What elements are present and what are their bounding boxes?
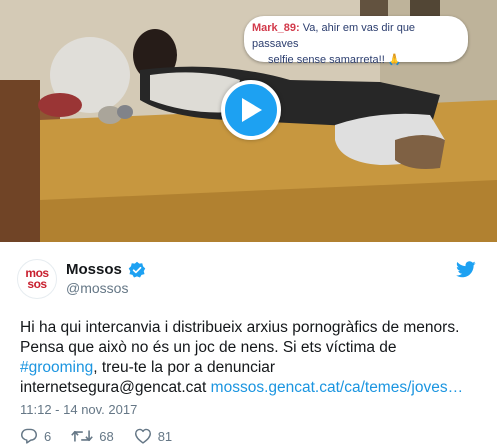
tweet-actions: 6 68 81 — [20, 427, 192, 445]
retweet-button[interactable]: 68 — [71, 428, 114, 444]
timestamp[interactable]: 11:12 - 14 nov. 2017 — [20, 402, 137, 417]
email-text: internetsegura@gencat.cat — [20, 379, 207, 396]
like-count: 81 — [157, 428, 173, 444]
url-link[interactable]: mossos.gencat.cat/ca/temes/joves… — [211, 379, 463, 396]
chat-sender: Mark_89: — [252, 22, 300, 34]
hashtag-link[interactable]: #grooming — [20, 359, 93, 376]
tweet-text-line3: , treu-te la por a denunciar — [93, 359, 276, 376]
verified-badge-icon — [128, 261, 146, 278]
praying-hands-icon: 🙏 — [387, 54, 402, 66]
chat-message-overlay: Mark_89: Va, ahir em vas dir que passave… — [244, 16, 468, 66]
reply-button[interactable]: 6 — [20, 428, 51, 444]
chat-message-line2: selfie sense samarreta!! — [268, 54, 388, 66]
retweet-count: 68 — [99, 428, 114, 444]
like-button[interactable]: 81 — [134, 428, 172, 444]
heart-icon — [134, 428, 151, 444]
avatar[interactable]: mos sos — [17, 259, 57, 299]
avatar-logo-line2: sos — [27, 277, 47, 291]
tweet-card: mos sos Mossos @mossos Hi ha qui interca… — [0, 242, 497, 447]
play-button[interactable] — [221, 80, 281, 140]
display-name[interactable]: Mossos — [66, 261, 122, 278]
reply-icon — [21, 428, 37, 444]
username[interactable]: @mossos — [66, 280, 128, 296]
video-player[interactable]: Mark_89: Va, ahir em vas dir que passave… — [0, 0, 497, 242]
tweet-text: Hi ha qui intercanvia i distribueix arxi… — [20, 318, 490, 398]
play-icon — [242, 98, 262, 122]
retweet-icon — [71, 430, 94, 442]
reply-count: 6 — [44, 428, 52, 444]
twitter-bird-icon[interactable] — [456, 261, 476, 278]
tweet-text-line1: Hi ha qui intercanvia i distribueix arxi… — [20, 319, 460, 336]
tweet-text-line2: Pensa que això no és un joc de nens. Si … — [20, 339, 397, 356]
